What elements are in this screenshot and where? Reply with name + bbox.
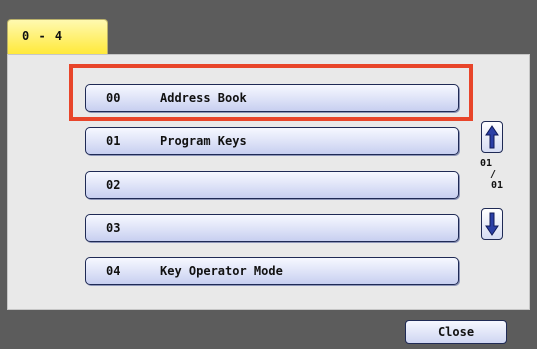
item-label: Program Keys — [160, 134, 247, 148]
page-total: 01 — [490, 180, 503, 191]
arrow-down-icon — [485, 212, 499, 236]
page-separator: / — [489, 169, 497, 180]
arrow-up-icon — [485, 125, 499, 149]
scroll-down-button[interactable] — [481, 208, 503, 240]
item-button-04[interactable]: 04 Key Operator Mode — [85, 257, 459, 285]
item-label: Key Operator Mode — [160, 264, 283, 278]
tab-0-4[interactable]: 0 - 4 — [7, 19, 108, 54]
item-number: 02 — [106, 178, 121, 192]
page-indicator: 01 / 01 — [480, 158, 506, 202]
item-button-03[interactable]: 03 — [85, 214, 459, 242]
page-current: 01 — [480, 158, 493, 169]
item-label: Address Book — [160, 91, 247, 105]
item-button-00[interactable]: 00 Address Book — [85, 84, 459, 112]
item-number: 03 — [106, 221, 121, 235]
scroll-up-button[interactable] — [481, 121, 503, 153]
item-button-01[interactable]: 01 Program Keys — [85, 127, 459, 155]
item-button-02[interactable]: 02 — [85, 171, 459, 199]
close-button[interactable]: Close — [405, 320, 507, 344]
item-number: 00 — [106, 91, 121, 105]
item-number: 01 — [106, 134, 121, 148]
item-number: 04 — [106, 264, 121, 278]
